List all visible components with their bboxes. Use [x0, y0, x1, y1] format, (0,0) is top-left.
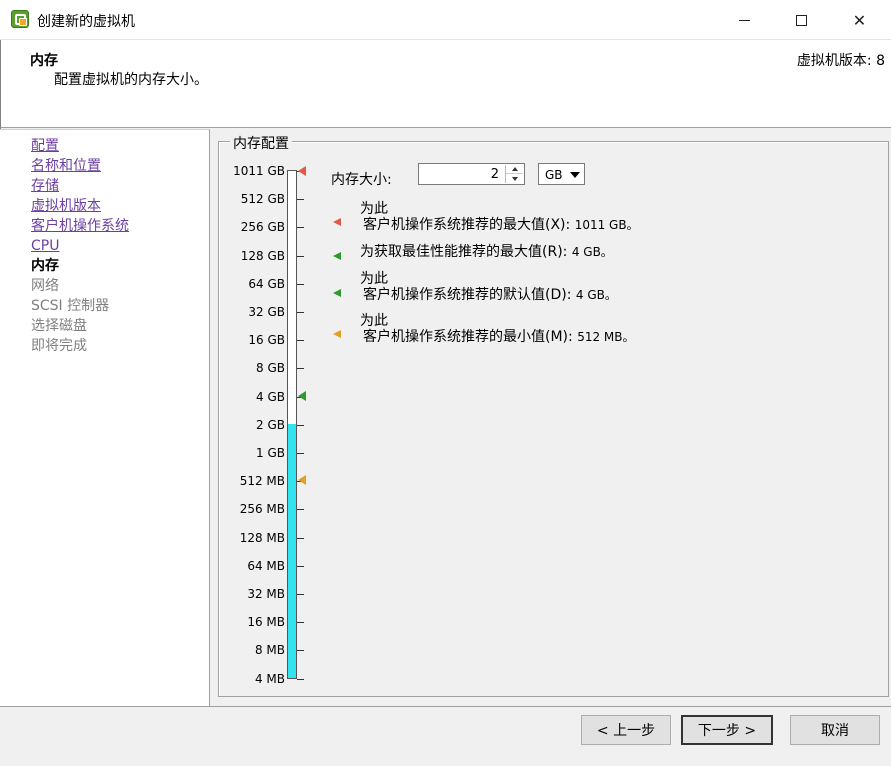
scale-label: 128 MB	[239, 530, 285, 545]
scale-tick	[297, 312, 304, 313]
scale-tick	[297, 566, 304, 567]
scale-tick	[297, 453, 304, 454]
nav-step-name-location[interactable]: 名称和位置	[31, 157, 101, 175]
scale-label: 64 MB	[247, 558, 285, 573]
back-button[interactable]: < 上一步	[581, 715, 671, 745]
wizard-header: 内存 配置虚拟机的内存大小。 虚拟机版本: 8	[0, 40, 891, 128]
title-bar: 创建新的虚拟机 ✕	[0, 0, 891, 40]
legend-min-line2: 客户机操作系统推荐的最小值(M): 512 MB。	[363, 329, 635, 345]
scale-label: 4 GB	[256, 389, 285, 404]
wizard-steps-nav: 配置 名称和位置 存储 虚拟机版本 客户机操作系统 CPU 内存 网络 SCSI…	[0, 129, 210, 706]
scale-label: 4 MB	[254, 671, 285, 686]
page-subtitle: 配置虚拟机的内存大小。	[54, 72, 208, 88]
scale-label: 512 MB	[239, 474, 285, 489]
scale-label: 32 MB	[247, 587, 285, 601]
scale-tick	[297, 650, 304, 651]
scale-label: 1 GB	[256, 446, 285, 460]
default-legend-icon	[333, 289, 341, 297]
memory-slider-fill	[288, 423, 296, 678]
nav-step-vm-version[interactable]: 虚拟机版本	[31, 197, 101, 215]
best-perf-legend-icon	[333, 252, 341, 260]
min-recommended-marker-icon	[298, 475, 306, 485]
scale-label: 256 MB	[239, 502, 285, 517]
legend-best-perf: 为获取最佳性能推荐的最大值(R): 4 GB。	[360, 244, 613, 260]
maximize-button[interactable]	[773, 0, 830, 40]
memory-size-value[interactable]: 2	[491, 167, 499, 182]
nav-step-select-disk: 选择磁盘	[31, 318, 87, 334]
scale-tick	[297, 199, 304, 200]
nav-step-storage[interactable]: 存储	[31, 177, 59, 195]
nav-step-cpu[interactable]: CPU	[31, 237, 59, 255]
best-performance-marker-icon	[298, 391, 306, 401]
scale-label: 8 GB	[256, 361, 285, 376]
close-button[interactable]: ✕	[831, 0, 888, 40]
scale-tick	[297, 679, 304, 680]
memory-unit-select[interactable]: GB	[538, 163, 585, 185]
min-legend-icon	[333, 330, 341, 338]
max-legend-icon	[333, 218, 341, 226]
memory-size-label: 内存大小:	[331, 172, 392, 188]
nav-step-memory: 内存	[31, 258, 59, 274]
arrow-up-icon	[511, 167, 518, 171]
scale-tick	[297, 425, 304, 426]
minimize-button[interactable]	[716, 0, 773, 40]
scale-label: 8 MB	[254, 643, 285, 658]
nav-step-config[interactable]: 配置	[31, 137, 59, 155]
memory-size-stepper[interactable]: 2	[418, 163, 525, 185]
scale-tick	[297, 340, 304, 341]
vm-version-label: 虚拟机版本: 8	[796, 53, 885, 69]
next-button[interactable]: 下一步 >	[681, 715, 773, 745]
spin-buttons	[505, 165, 523, 183]
window-title: 创建新的虚拟机	[37, 14, 135, 30]
maximize-icon	[796, 14, 807, 26]
legend-max-line1: 为此	[360, 201, 388, 217]
scale-tick	[297, 284, 304, 285]
max-recommended-marker-icon	[298, 166, 306, 176]
page-title: 内存	[30, 53, 58, 69]
scale-label: 32 GB	[248, 305, 285, 319]
minimize-icon	[739, 19, 750, 21]
nav-step-network: 网络	[31, 278, 59, 294]
scale-tick	[297, 538, 304, 539]
arrow-down-icon	[511, 176, 518, 181]
scale-label: 1011 GB	[233, 164, 285, 178]
nav-step-scsi: SCSI 控制器	[31, 298, 110, 314]
vmware-icon	[11, 10, 29, 28]
legend-default-line1: 为此	[360, 271, 388, 287]
spin-up-button[interactable]	[506, 165, 523, 174]
scale-label: 128 GB	[240, 248, 285, 263]
legend-max-line2: 客户机操作系统推荐的最大值(X): 1011 GB。	[363, 217, 639, 233]
scale-tick	[297, 227, 304, 228]
scale-label: 2 GB	[256, 417, 285, 432]
scale-tick	[297, 622, 304, 623]
scale-tick	[297, 368, 304, 369]
chevron-down-icon	[570, 172, 580, 178]
memory-slider[interactable]	[287, 170, 297, 679]
nav-step-guest-os[interactable]: 客户机操作系统	[31, 217, 129, 235]
group-title: 内存配置	[230, 133, 292, 153]
scale-tick	[297, 256, 304, 257]
legend-min-line1: 为此	[360, 313, 388, 329]
scale-label: 256 GB	[240, 220, 285, 235]
close-icon: ✕	[852, 10, 867, 30]
scale-label: 512 GB	[240, 192, 285, 207]
scale-label: 16 MB	[247, 615, 285, 630]
scale-label: 64 GB	[248, 276, 285, 291]
legend-default-line2: 客户机操作系统推荐的默认值(D): 4 GB。	[363, 287, 617, 303]
cancel-button[interactable]: 取消	[790, 715, 880, 745]
scale-label: 16 GB	[248, 333, 285, 348]
memory-unit-value: GB	[545, 168, 563, 182]
scale-tick	[297, 594, 304, 595]
spin-down-button[interactable]	[506, 174, 523, 183]
scale-tick	[297, 509, 304, 510]
nav-step-ready: 即将完成	[31, 338, 87, 354]
